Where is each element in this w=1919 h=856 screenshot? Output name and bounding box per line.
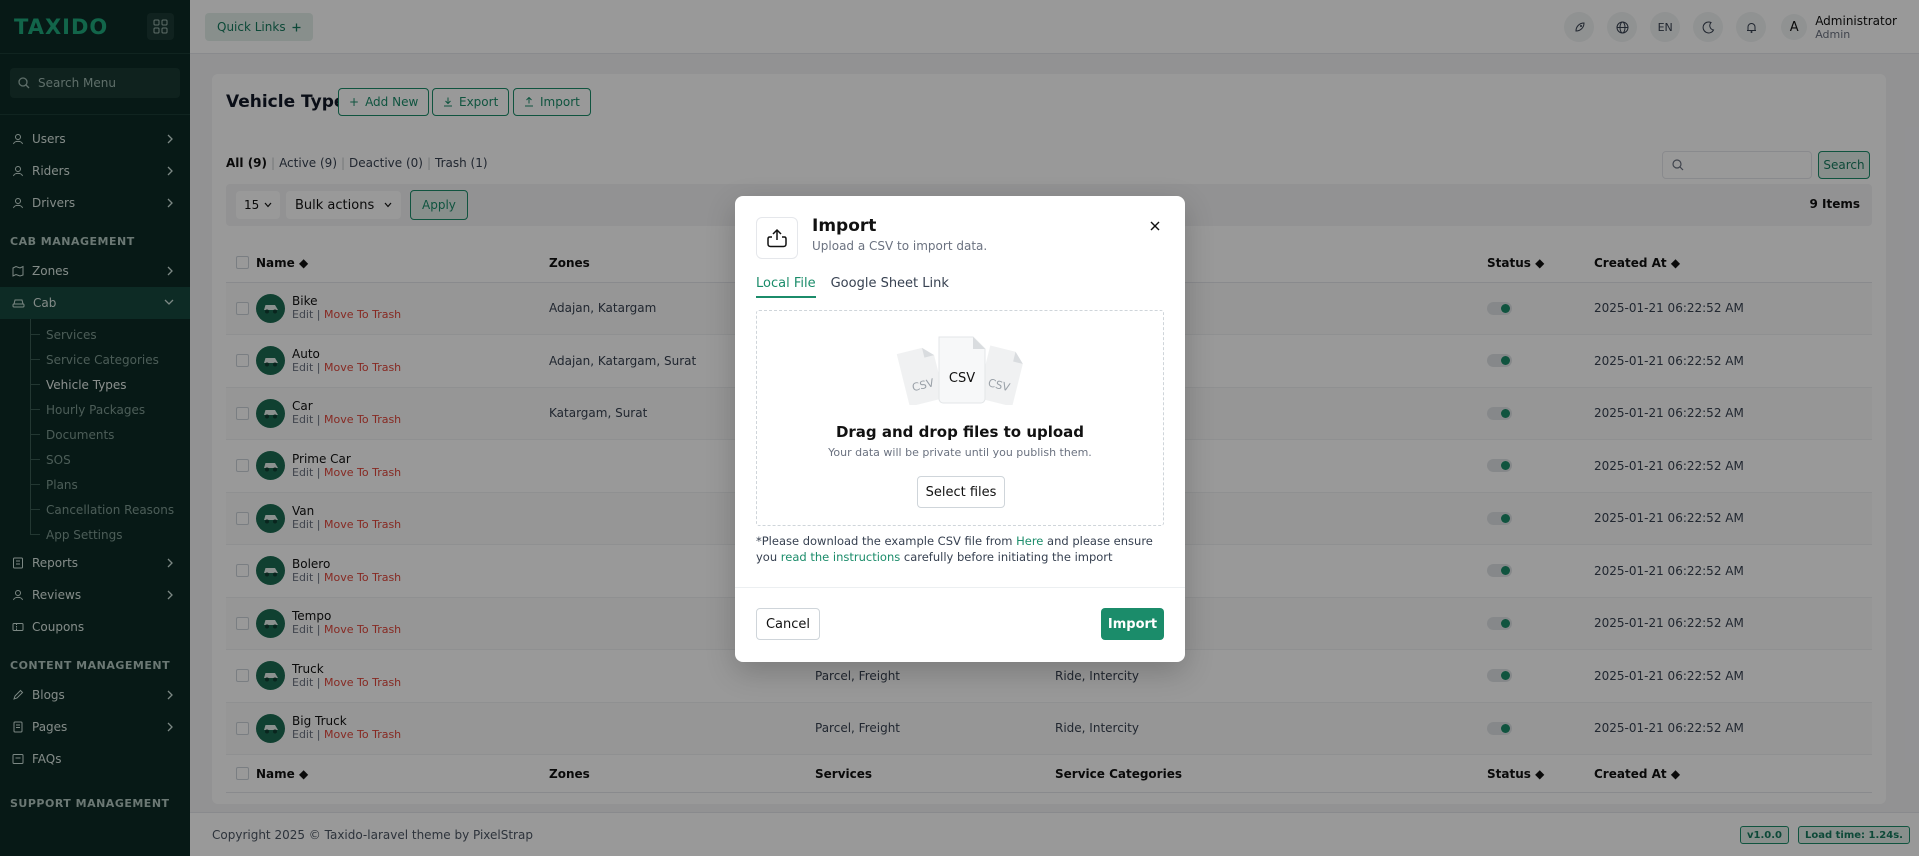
select-files-button[interactable]: Select files [917, 476, 1005, 508]
close-icon[interactable] [1147, 218, 1163, 234]
tab-google-sheet-link[interactable]: Google Sheet Link [831, 276, 949, 298]
import-modal: Import Upload a CSV to import data. Loca… [735, 196, 1185, 662]
dropzone-subtitle: Your data will be private until you publ… [828, 446, 1092, 459]
csv-label: CSV [949, 371, 975, 386]
import-note: *Please download the example CSV file fr… [756, 533, 1166, 565]
modal-title: Import [812, 216, 877, 236]
note-text: carefully before initiating the import [900, 550, 1113, 564]
import-submit-button[interactable]: Import [1101, 608, 1164, 640]
upload-cloud-icon [756, 217, 798, 259]
divider [735, 587, 1185, 588]
dropzone-title: Drag and drop files to upload [835, 423, 1085, 441]
csv-files-icon: CSV CSV CSV [896, 336, 1023, 405]
example-csv-link[interactable]: Here [1016, 534, 1043, 548]
modal-subtitle: Upload a CSV to import data. [812, 239, 988, 253]
import-tabs: Local File Google Sheet Link [756, 276, 1164, 298]
cancel-button[interactable]: Cancel [756, 608, 820, 640]
tab-local-file[interactable]: Local File [756, 276, 816, 298]
instructions-link[interactable]: read the instructions [781, 550, 900, 564]
file-dropzone[interactable]: CSV CSV CSV Drag and drop files to uploa… [756, 310, 1164, 526]
note-text: *Please download the example CSV file fr… [756, 534, 1017, 548]
